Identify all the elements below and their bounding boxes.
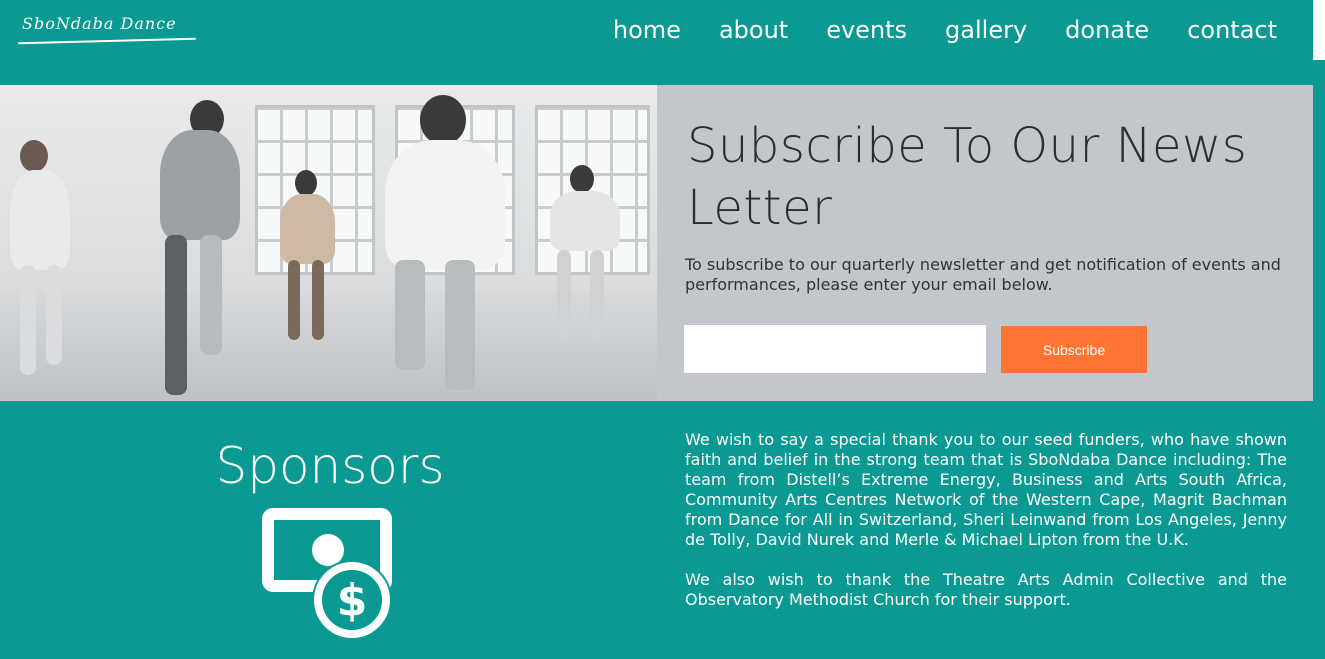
dancer-figure xyxy=(360,95,540,395)
scrollbar-strip xyxy=(1313,0,1325,60)
sponsors-title: Sponsors xyxy=(215,437,445,495)
nav-contact[interactable]: contact xyxy=(1168,14,1277,46)
subscribe-button[interactable]: Subscribe xyxy=(1001,326,1147,373)
sponsors-paragraph: We wish to say a special thank you to ou… xyxy=(685,430,1287,549)
dancer-figure xyxy=(10,135,90,385)
site-logo[interactable]: SboNdaba Dance xyxy=(18,8,198,48)
logo-text: SboNdaba Dance xyxy=(22,14,177,33)
nav-gallery[interactable]: gallery xyxy=(926,14,1046,46)
newsletter-panel: Subscribe To Our News Letter To subscrib… xyxy=(657,85,1313,401)
site-header: SboNdaba Dance home about events gallery… xyxy=(0,0,1313,85)
money-dollar-icon: $ xyxy=(262,508,394,640)
logo-underline xyxy=(18,37,196,45)
sponsors-paragraph: We also wish to thank the Theatre Arts A… xyxy=(685,570,1287,609)
nav-home[interactable]: home xyxy=(594,14,700,46)
dancer-figure xyxy=(535,165,645,345)
dance-studio-photo xyxy=(0,85,657,401)
nav-about[interactable]: about xyxy=(700,14,807,46)
nav-donate[interactable]: donate xyxy=(1046,14,1168,46)
main-nav: home about events gallery donate contact xyxy=(594,14,1277,46)
newsletter-title: Subscribe To Our News Letter xyxy=(687,118,1248,236)
nav-events[interactable]: events xyxy=(807,14,926,46)
newsletter-description: To subscribe to our quarterly newsletter… xyxy=(685,255,1281,294)
dancer-figure xyxy=(140,100,250,400)
svg-text:$: $ xyxy=(337,575,368,626)
dancer-figure xyxy=(270,170,350,350)
sponsors-text: We wish to say a special thank you to ou… xyxy=(685,430,1287,610)
email-input[interactable] xyxy=(684,325,986,373)
